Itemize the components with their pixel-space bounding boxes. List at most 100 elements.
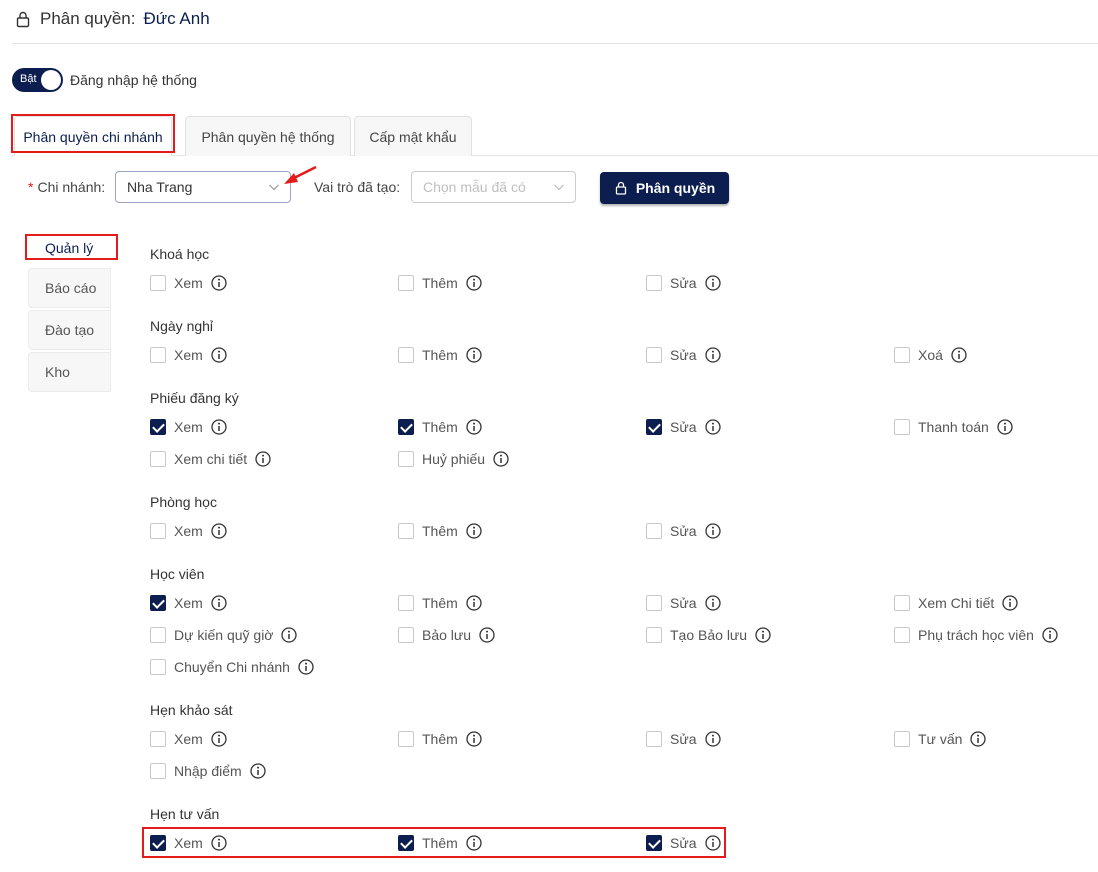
permission-item[interactable]: Tư vấn <box>894 730 987 748</box>
branch-select[interactable]: Nha Trang <box>115 171 291 203</box>
permission-checkbox[interactable] <box>150 347 166 363</box>
permission-item[interactable]: Xem Chi tiết <box>894 594 1018 612</box>
info-icon[interactable] <box>466 835 482 851</box>
role-select[interactable]: Chọn mẫu đã có <box>411 171 576 203</box>
permission-item[interactable]: Sửa <box>646 834 721 852</box>
permission-item[interactable]: Sửa <box>646 346 721 364</box>
permission-item[interactable]: Thêm <box>398 274 482 292</box>
permission-item[interactable]: Huỷ phiếu <box>398 450 509 468</box>
permission-checkbox[interactable] <box>150 835 166 851</box>
info-icon[interactable] <box>479 627 495 643</box>
info-icon[interactable] <box>211 835 227 851</box>
permission-item[interactable]: Sửa <box>646 418 721 436</box>
permission-checkbox[interactable] <box>646 731 662 747</box>
permission-checkbox[interactable] <box>150 731 166 747</box>
permission-item[interactable]: Xem <box>150 730 227 748</box>
info-icon[interactable] <box>466 275 482 291</box>
permission-item[interactable]: Sửa <box>646 730 721 748</box>
permission-item[interactable]: Thêm <box>398 834 482 852</box>
info-icon[interactable] <box>211 731 227 747</box>
permission-item[interactable]: Xem chi tiết <box>150 450 271 468</box>
info-icon[interactable] <box>211 275 227 291</box>
permission-item[interactable]: Thêm <box>398 418 482 436</box>
info-icon[interactable] <box>704 731 721 747</box>
permission-checkbox[interactable] <box>398 835 414 851</box>
permission-checkbox[interactable] <box>150 595 166 611</box>
permission-item[interactable]: Xoá <box>894 346 967 364</box>
permission-item[interactable]: Phụ trách học viên <box>894 626 1058 644</box>
info-icon[interactable] <box>255 451 271 467</box>
permission-item[interactable]: Thanh toán <box>894 418 1013 436</box>
permission-checkbox[interactable] <box>150 763 166 779</box>
tab-password[interactable]: Cấp mật khẩu <box>354 116 472 156</box>
permission-checkbox[interactable] <box>150 451 166 467</box>
permission-item[interactable]: Tạo Bảo lưu <box>646 626 771 644</box>
permission-checkbox[interactable] <box>398 451 414 467</box>
permission-item[interactable]: Thêm <box>398 594 482 612</box>
permission-checkbox[interactable] <box>646 595 662 611</box>
sidenav-item-training[interactable]: Đào tạo <box>28 310 110 350</box>
permission-checkbox[interactable] <box>646 627 662 643</box>
info-icon[interactable] <box>951 347 967 363</box>
permission-checkbox[interactable] <box>398 627 414 643</box>
permission-item[interactable]: Thêm <box>398 522 482 540</box>
permission-item[interactable]: Xem <box>150 834 227 852</box>
info-icon[interactable] <box>704 595 721 611</box>
permission-checkbox[interactable] <box>646 347 662 363</box>
sidenav-item-management[interactable]: Quản lý <box>28 228 110 268</box>
info-icon[interactable] <box>704 419 721 435</box>
permission-checkbox[interactable] <box>894 419 910 435</box>
permission-checkbox[interactable] <box>646 523 662 539</box>
info-icon[interactable] <box>466 731 482 747</box>
info-icon[interactable] <box>755 627 771 643</box>
permission-item[interactable]: Thêm <box>398 730 482 748</box>
permission-checkbox[interactable] <box>150 659 166 675</box>
login-toggle-switch[interactable]: Bật <box>12 68 63 92</box>
permission-item[interactable]: Xem <box>150 418 227 436</box>
info-icon[interactable] <box>970 731 987 747</box>
info-icon[interactable] <box>704 347 721 363</box>
permission-item[interactable]: Sửa <box>646 594 721 612</box>
apply-permission-button[interactable]: Phân quyền <box>600 172 729 204</box>
permission-checkbox[interactable] <box>894 347 910 363</box>
permission-item[interactable]: Thêm <box>398 346 482 364</box>
info-icon[interactable] <box>298 659 314 675</box>
permission-item[interactable]: Xem <box>150 346 227 364</box>
permission-checkbox[interactable] <box>398 347 414 363</box>
permission-checkbox[interactable] <box>398 275 414 291</box>
info-icon[interactable] <box>466 419 482 435</box>
tab-system-permissions[interactable]: Phân quyền hệ thống <box>185 116 351 156</box>
info-icon[interactable] <box>1042 627 1058 643</box>
permission-item[interactable]: Xem <box>150 274 227 292</box>
permission-item[interactable]: Xem <box>150 594 227 612</box>
permission-checkbox[interactable] <box>398 731 414 747</box>
sidenav-item-reports[interactable]: Báo cáo <box>28 268 110 308</box>
permission-item[interactable]: Sửa <box>646 274 721 292</box>
permission-checkbox[interactable] <box>646 275 662 291</box>
info-icon[interactable] <box>997 419 1013 435</box>
info-icon[interactable] <box>466 595 482 611</box>
info-icon[interactable] <box>704 835 721 851</box>
info-icon[interactable] <box>493 451 509 467</box>
permission-checkbox[interactable] <box>646 419 662 435</box>
permission-checkbox[interactable] <box>894 731 910 747</box>
permission-checkbox[interactable] <box>646 835 662 851</box>
info-icon[interactable] <box>211 595 227 611</box>
info-icon[interactable] <box>466 347 482 363</box>
permission-item[interactable]: Sửa <box>646 522 721 540</box>
info-icon[interactable] <box>281 627 298 643</box>
info-icon[interactable] <box>466 523 482 539</box>
info-icon[interactable] <box>211 523 227 539</box>
tab-branch-permissions[interactable]: Phân quyền chi nhánh <box>14 116 172 156</box>
permission-checkbox[interactable] <box>398 595 414 611</box>
info-icon[interactable] <box>1002 595 1018 611</box>
info-icon[interactable] <box>211 419 227 435</box>
info-icon[interactable] <box>250 763 266 779</box>
permission-item[interactable]: Bảo lưu <box>398 626 495 644</box>
info-icon[interactable] <box>704 275 721 291</box>
permission-checkbox[interactable] <box>150 419 166 435</box>
permission-checkbox[interactable] <box>398 523 414 539</box>
permission-checkbox[interactable] <box>894 595 910 611</box>
permission-checkbox[interactable] <box>894 627 910 643</box>
info-icon[interactable] <box>704 523 721 539</box>
